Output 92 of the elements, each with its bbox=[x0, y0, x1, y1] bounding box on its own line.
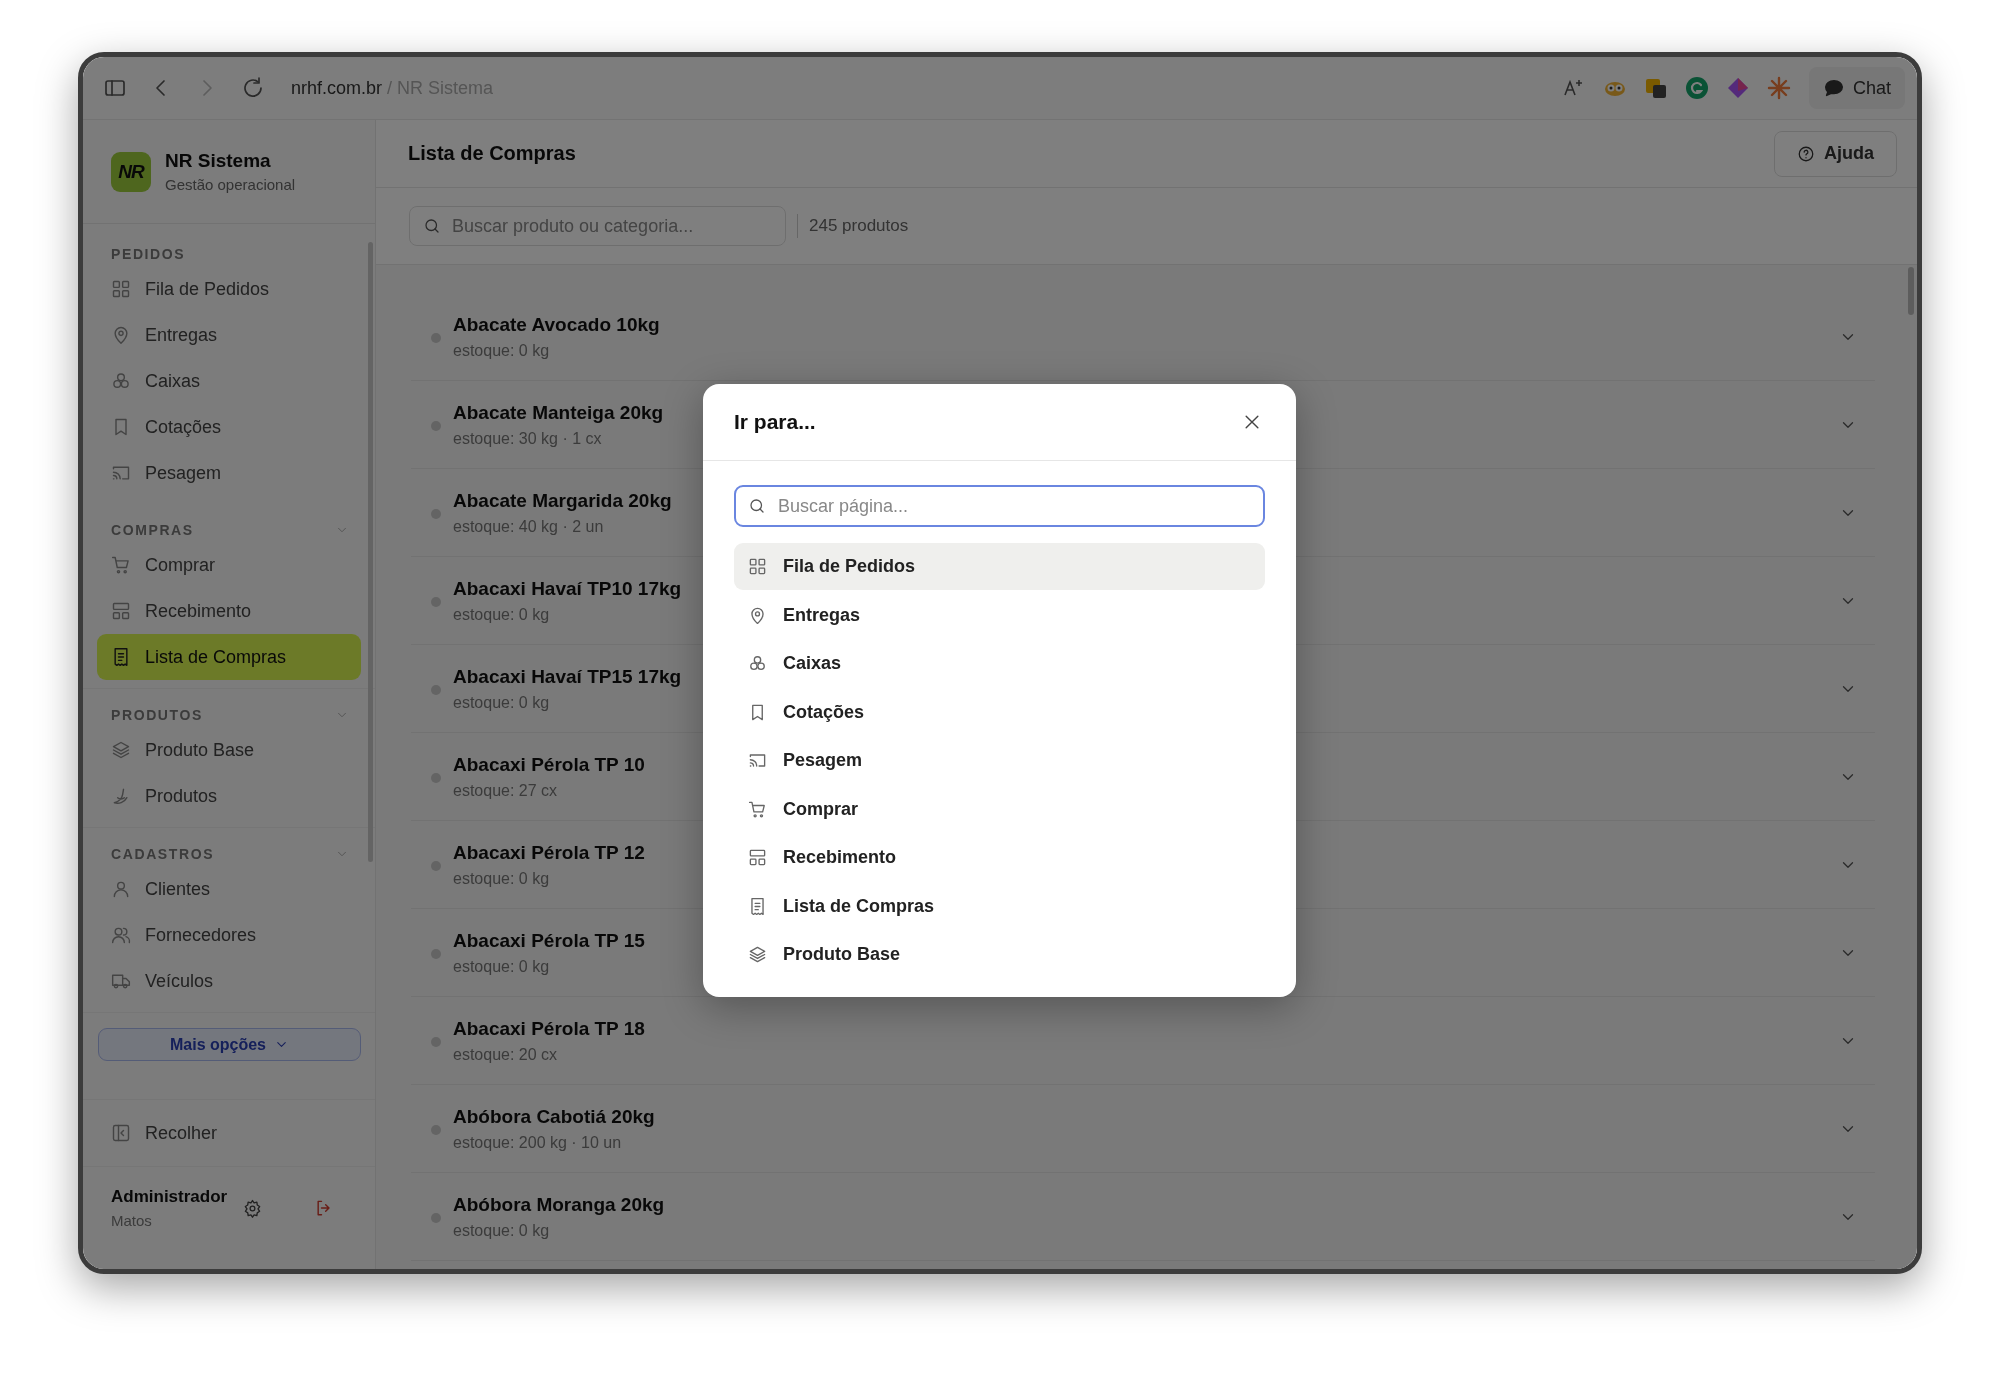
more-options-button[interactable]: Mais opções bbox=[98, 1028, 361, 1061]
asterisk-icon[interactable] bbox=[1766, 76, 1791, 100]
grid-icon bbox=[748, 557, 767, 576]
help-button[interactable]: Ajuda bbox=[1774, 130, 1897, 177]
menu-item[interactable]: Fila de Pedidos bbox=[734, 543, 1265, 590]
menu-item[interactable]: Caixas bbox=[734, 640, 1265, 687]
chat-bubble-icon bbox=[1822, 77, 1845, 99]
sidebar-item[interactable]: Pesagem bbox=[97, 450, 361, 496]
sidebar-item[interactable]: Cotações bbox=[97, 404, 361, 450]
menu-item[interactable]: Pesagem bbox=[734, 737, 1265, 784]
dialog-title: Ir para... bbox=[734, 410, 816, 434]
section-title: PEDIDOS bbox=[111, 246, 186, 262]
search-icon bbox=[423, 217, 441, 235]
product-name: Abacaxi Pérola TP 12 bbox=[453, 841, 645, 864]
map-pin-icon bbox=[111, 325, 131, 345]
stock-text: estoque: 0 kg bbox=[453, 1221, 550, 1240]
section-title: COMPRAS bbox=[111, 522, 194, 538]
sidebar-collapse-icon bbox=[111, 1123, 131, 1143]
product-name: Abacaxi Pérola TP 18 bbox=[453, 1017, 645, 1040]
menu-item[interactable]: Entregas bbox=[734, 591, 1265, 639]
product-name: Abacate Avocado 10kg bbox=[453, 313, 660, 336]
truck-icon bbox=[111, 971, 131, 991]
app-name: NR Sistema bbox=[165, 150, 272, 172]
circles-icon bbox=[748, 654, 767, 673]
stock-text: estoque: 0 kg bbox=[453, 605, 550, 624]
layout-icon bbox=[111, 601, 131, 621]
sidebar-item[interactable]: Caixas bbox=[97, 358, 361, 404]
receipt-icon bbox=[111, 647, 131, 667]
circles-icon bbox=[111, 371, 131, 391]
search-field[interactable]: Buscar página... bbox=[734, 485, 1265, 527]
sidebar-item[interactable]: Clientes bbox=[97, 866, 361, 912]
app-subtitle: Gestão operacional bbox=[165, 176, 296, 193]
product-name: Abacate Manteiga 20kg bbox=[453, 401, 664, 424]
sidebar-item[interactable]: Entregas bbox=[97, 312, 361, 358]
receipt-icon bbox=[748, 896, 767, 916]
cart-icon bbox=[111, 555, 131, 575]
reload-icon[interactable] bbox=[241, 76, 265, 100]
user-icon bbox=[111, 879, 131, 899]
sidebar-item[interactable]: Recebimento bbox=[97, 588, 361, 634]
layers-icon bbox=[748, 945, 767, 964]
layout-icon bbox=[748, 848, 767, 867]
map-pin-icon bbox=[748, 605, 767, 625]
users-icon bbox=[111, 925, 131, 945]
g-circle-icon[interactable] bbox=[1684, 76, 1709, 100]
cast-icon bbox=[748, 751, 767, 770]
sidebar-item[interactable]: Fornecedores bbox=[97, 912, 361, 958]
stock-text: estoque: 0 kg bbox=[453, 341, 550, 360]
stock-text: estoque: 200 kg · 10 un bbox=[453, 1133, 622, 1152]
product-name: Abacaxi Pérola TP 10 bbox=[453, 753, 645, 776]
scrollbar[interactable] bbox=[1908, 267, 1914, 315]
help-icon bbox=[1797, 144, 1815, 163]
section-title: CADASTROS bbox=[111, 846, 215, 862]
collapse-sidebar-button[interactable]: Recolher bbox=[97, 1110, 361, 1156]
logo: NR bbox=[111, 151, 151, 192]
sidebar-item[interactable]: Produto Base bbox=[97, 727, 361, 773]
stock-text: estoque: 40 kg · 2 un bbox=[453, 517, 604, 536]
layers-icon bbox=[111, 740, 131, 760]
sidebar-item[interactable]: Veículos bbox=[97, 958, 361, 1004]
cast-icon bbox=[111, 463, 131, 483]
sidebar-item[interactable]: Comprar bbox=[97, 542, 361, 588]
menu-item[interactable]: Comprar bbox=[734, 785, 1265, 833]
menu-item[interactable]: Cotações bbox=[734, 688, 1265, 736]
grid-icon bbox=[111, 279, 131, 299]
extension-icon[interactable] bbox=[1643, 76, 1668, 100]
sidebar-item[interactable]: Produtos bbox=[97, 773, 361, 819]
stock-text: estoque: 27 cx bbox=[453, 781, 558, 800]
scrollbar[interactable] bbox=[368, 242, 373, 862]
user-name: Administrador bbox=[111, 1187, 229, 1207]
product-name: Abacate Margarida 20kg bbox=[453, 489, 672, 512]
sidebar-item[interactable]: Fila de Pedidos bbox=[97, 266, 361, 312]
menu-item[interactable]: Lista de Compras bbox=[734, 882, 1265, 930]
menu-item[interactable]: Recebimento bbox=[734, 834, 1265, 881]
search-icon bbox=[748, 497, 766, 515]
stock-text: estoque: 0 kg bbox=[453, 957, 550, 976]
stock-text: estoque: 20 cx bbox=[453, 1045, 558, 1064]
product-name: Abacaxi Havaí TP10 17kg bbox=[453, 577, 682, 600]
product-name: Abacaxi Pérola TP 15 bbox=[453, 929, 645, 952]
product-name: Abóbora Moranga 20kg bbox=[453, 1193, 665, 1216]
page-title: Lista de Compras bbox=[408, 142, 576, 165]
section-title: PRODUTOS bbox=[111, 707, 203, 723]
sidebar-item[interactable]: Lista de Compras bbox=[97, 634, 361, 680]
settings-icon[interactable] bbox=[243, 1198, 262, 1218]
product-name: Abacaxi Havaí TP15 17kg bbox=[453, 665, 682, 688]
product-name: Abóbora Cabotiá 20kg bbox=[453, 1105, 655, 1128]
menu-item[interactable]: Produto Base bbox=[734, 931, 1265, 978]
product-count: 245 produtos bbox=[809, 216, 909, 236]
stock-text: estoque: 30 kg · 1 cx bbox=[453, 429, 602, 448]
cart-icon bbox=[748, 799, 767, 819]
stock-text: estoque: 0 kg bbox=[453, 869, 550, 888]
user-detail: Matos bbox=[111, 1212, 153, 1229]
stock-text: estoque: 0 kg bbox=[453, 693, 550, 712]
chat-button[interactable]: Chat bbox=[1808, 67, 1905, 109]
